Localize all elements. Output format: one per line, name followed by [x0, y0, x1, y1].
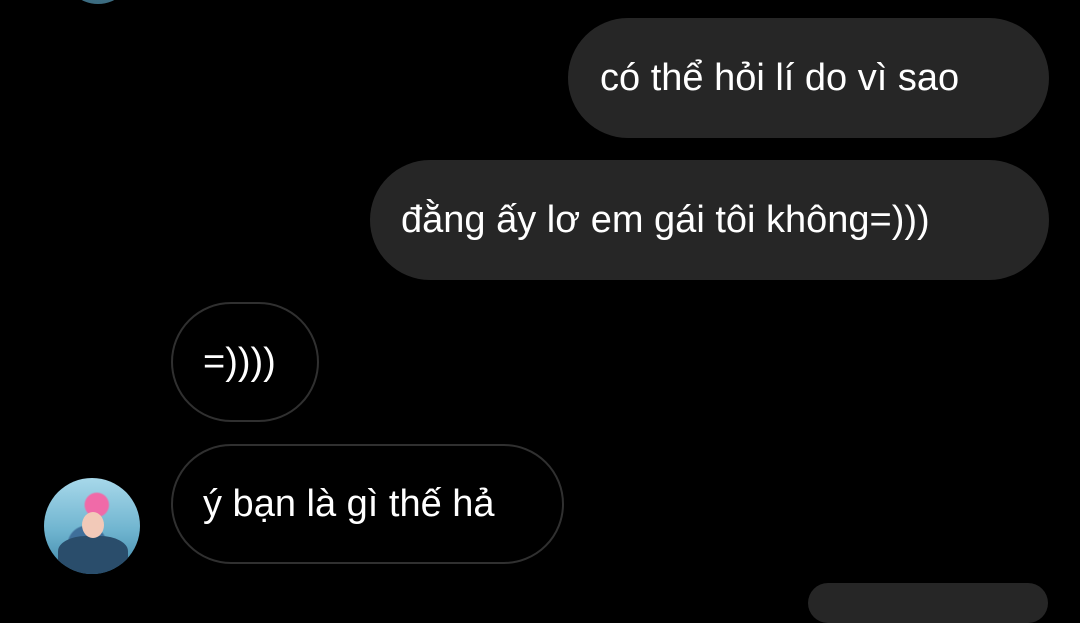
- chat-thread[interactable]: có thể hỏi lí do vì sao đằng ấy lơ em gá…: [0, 0, 1080, 623]
- previous-contact-avatar[interactable]: [63, 0, 133, 4]
- message-text: =)))): [203, 341, 276, 383]
- contact-avatar[interactable]: [44, 478, 140, 574]
- avatar-face: [82, 512, 104, 538]
- sent-message-bubble[interactable]: đằng ấy lơ em gái tôi không=))): [370, 160, 1049, 280]
- message-text: có thể hỏi lí do vì sao: [600, 57, 960, 99]
- avatar-shirt: [58, 536, 128, 574]
- message-text: ý bạn là gì thế hả: [203, 483, 495, 525]
- received-message-bubble[interactable]: =)))): [171, 302, 319, 422]
- received-message-bubble[interactable]: ý bạn là gì thế hả: [171, 444, 564, 564]
- next-sent-message-bubble[interactable]: [808, 583, 1048, 623]
- sent-message-bubble[interactable]: có thể hỏi lí do vì sao: [568, 18, 1049, 138]
- message-text: đằng ấy lơ em gái tôi không=))): [401, 199, 930, 241]
